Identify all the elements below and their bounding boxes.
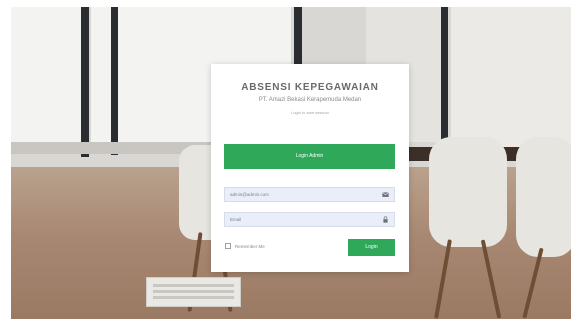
window-far-right — [451, 7, 571, 147]
login-admin-button[interactable]: Login Admin — [224, 144, 395, 169]
remember-label: Remember Me — [235, 243, 265, 249]
background-photo: ABSENSI KEPEGAWAIAN PT. Amazi Bekasi Ker… — [11, 7, 571, 319]
password-field[interactable] — [224, 212, 395, 227]
login-hint: Login to start session — [291, 110, 329, 115]
remember-me[interactable]: Remember Me — [225, 243, 265, 249]
window-frame — [81, 7, 89, 157]
remember-checkbox[interactable] — [225, 243, 231, 249]
email-input[interactable] — [230, 188, 370, 201]
envelope-icon — [382, 192, 389, 197]
login-card: ABSENSI KEPEGAWAIAN PT. Amazi Bekasi Ker… — [211, 64, 409, 272]
window-frame — [111, 7, 118, 155]
chair — [516, 137, 571, 257]
radiator — [146, 277, 241, 307]
password-input[interactable] — [230, 213, 370, 226]
window-left — [11, 7, 83, 147]
login-button[interactable]: Login — [348, 239, 395, 256]
company-name: PT. Amazi Bekasi Kerapemuda Medan — [258, 97, 362, 103]
email-field[interactable] — [224, 187, 395, 202]
app-title: ABSENSI KEPEGAWAIAN — [241, 82, 379, 93]
lock-icon — [383, 216, 388, 223]
window-frame — [441, 7, 448, 152]
chair — [429, 137, 507, 247]
